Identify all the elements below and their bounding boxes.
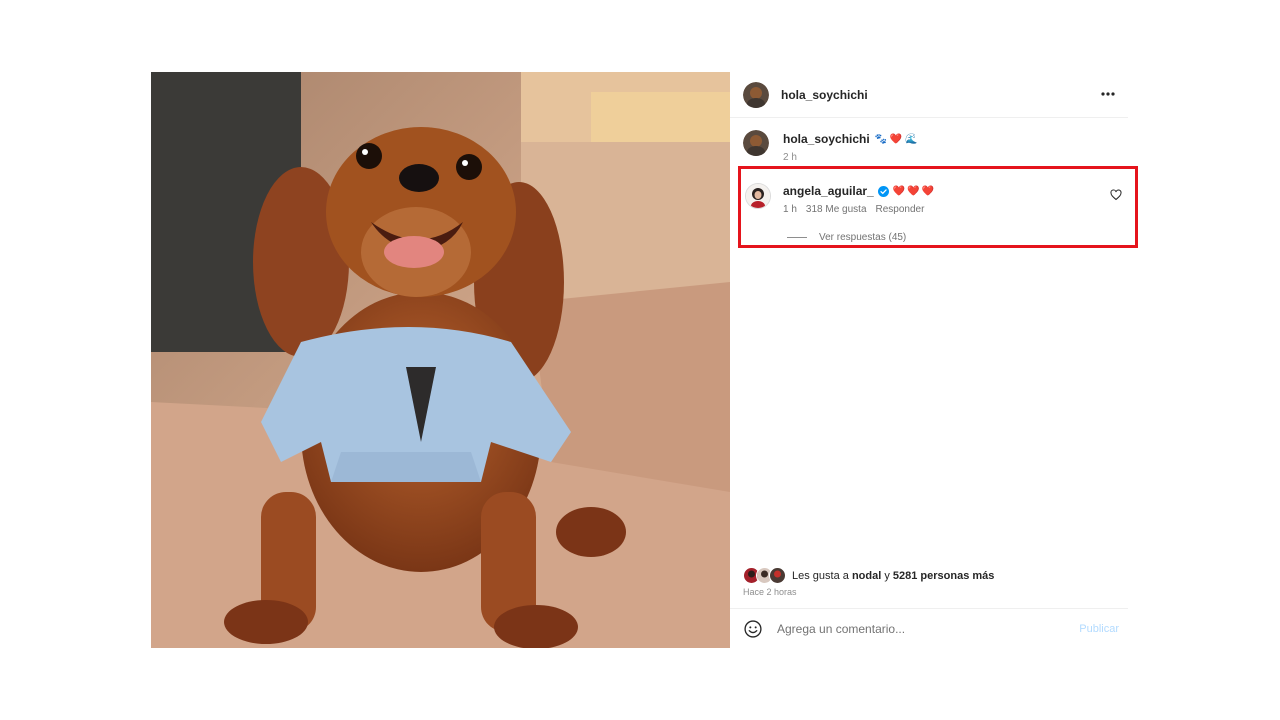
caption-text: 🐾 ❤️ 🌊 bbox=[874, 133, 918, 145]
likes-prefix: Les gusta a bbox=[792, 569, 849, 582]
author-avatar[interactable] bbox=[743, 81, 769, 108]
likes-connector: y bbox=[884, 569, 890, 582]
likes-others[interactable]: 5281 personas más bbox=[893, 570, 995, 582]
post-timestamp[interactable]: Hace 2 horas bbox=[743, 587, 797, 597]
more-horizontal-icon bbox=[1101, 92, 1115, 96]
more-options-button[interactable] bbox=[1100, 86, 1116, 102]
caption-avatar[interactable] bbox=[743, 130, 769, 156]
dog-photo bbox=[151, 72, 730, 648]
caption-time[interactable]: 2 h bbox=[783, 152, 797, 163]
publish-button[interactable]: Publicar bbox=[1079, 623, 1119, 635]
caption-username[interactable]: hola_soychichi bbox=[783, 132, 870, 146]
comment-input[interactable] bbox=[775, 621, 1059, 637]
comment-highlight-box bbox=[738, 166, 1138, 248]
post-side-panel: hola_soychichi hola_soychichi 🐾 ❤️ 🌊 2 h bbox=[730, 72, 1128, 648]
liker-avatar bbox=[769, 567, 786, 584]
likes-first-user[interactable]: nodal bbox=[852, 570, 881, 582]
comment-composer: Publicar bbox=[730, 608, 1128, 649]
likers-avatars[interactable] bbox=[743, 567, 786, 584]
likes-summary: Les gusta a nodal y 5281 personas más bbox=[743, 567, 994, 584]
author-username[interactable]: hola_soychichi bbox=[781, 88, 868, 102]
post-header: hola_soychichi bbox=[730, 72, 1128, 118]
post-image[interactable] bbox=[151, 72, 730, 648]
emoji-icon[interactable] bbox=[743, 619, 763, 639]
